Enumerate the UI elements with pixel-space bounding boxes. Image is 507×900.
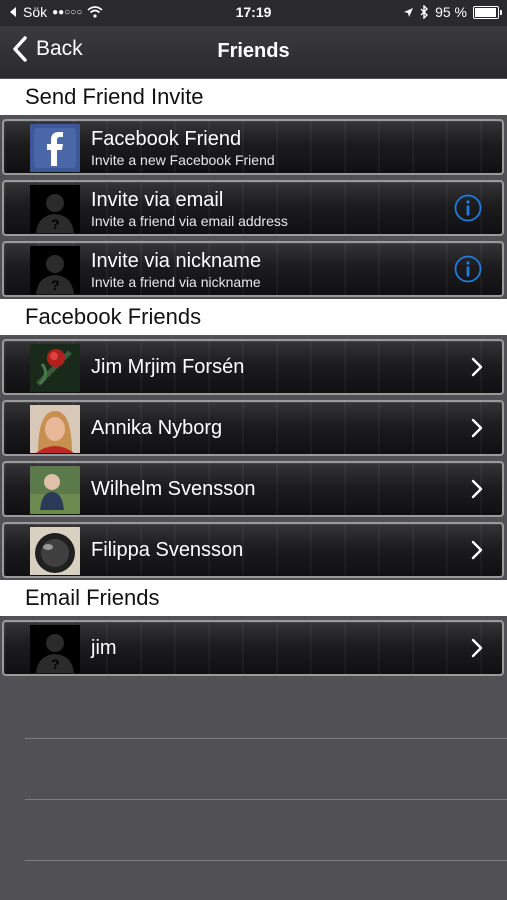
- facebook-icon: [30, 124, 80, 172]
- status-bar: Sök ●●○○○ 17:19 95 %: [0, 0, 507, 26]
- battery-percent: 95 %: [435, 4, 467, 20]
- empty-row-separator: [25, 738, 507, 739]
- chevron-right-icon: [471, 540, 483, 560]
- row-title: Invite via email: [91, 189, 224, 211]
- avatar: [30, 405, 80, 453]
- info-icon[interactable]: [454, 194, 482, 222]
- friend-name: Wilhelm Svensson: [91, 478, 256, 500]
- avatar: [30, 527, 80, 575]
- svg-text:?: ?: [51, 656, 60, 672]
- friend-row-annika-nyborg[interactable]: Annika Nyborg: [2, 400, 504, 456]
- chevron-right-icon: [471, 638, 483, 658]
- row-title: Invite via nickname: [91, 250, 262, 272]
- friend-row-jim[interactable]: ? jim: [2, 620, 504, 676]
- friend-name: Annika Nyborg: [91, 417, 223, 439]
- chevron-right-icon: [471, 357, 483, 377]
- status-right: 95 %: [403, 4, 502, 20]
- battery-fill: [475, 7, 496, 17]
- empty-row-separator: [25, 860, 507, 861]
- row-subtitle: Invite a new Facebook Friend: [91, 152, 275, 168]
- friend-name: jim: [91, 637, 117, 659]
- section-header-facebook-friends: Facebook Friends: [0, 299, 507, 335]
- invite-via-email-row[interactable]: ? Invite via email Invite a friend via e…: [2, 180, 504, 236]
- row-title: Facebook Friend: [91, 128, 242, 150]
- location-arrow-icon: [404, 7, 414, 17]
- svg-text:?: ?: [51, 277, 60, 293]
- friend-name: Filippa Svensson: [91, 539, 244, 561]
- battery-icon: [473, 5, 502, 19]
- unknown-person-icon: ?: [30, 246, 80, 294]
- svg-text:?: ?: [51, 216, 60, 232]
- unknown-person-icon: ?: [30, 185, 80, 233]
- section-header-send-invite: Send Friend Invite: [0, 79, 507, 115]
- avatar: [30, 466, 80, 514]
- avatar: [30, 344, 80, 392]
- chevron-right-icon: [471, 418, 483, 438]
- row-subtitle: Invite a friend via email address: [91, 213, 288, 229]
- empty-row-separator: [25, 799, 507, 800]
- unknown-person-icon: ?: [30, 625, 80, 673]
- info-icon[interactable]: [454, 255, 482, 283]
- friend-row-jim-mrjim-forsen[interactable]: Jim Mrjim Forsén: [2, 339, 504, 395]
- invite-via-nickname-row[interactable]: ? Invite via nickname Invite a friend vi…: [2, 241, 504, 297]
- bluetooth-icon: [420, 5, 429, 19]
- page-title: Friends: [217, 40, 290, 62]
- chevron-right-icon: [471, 479, 483, 499]
- section-header-email-friends: Email Friends: [0, 580, 507, 616]
- friend-row-filippa-svensson[interactable]: Filippa Svensson: [2, 522, 504, 578]
- navigation-bar: Back Friends: [0, 26, 507, 78]
- invite-facebook-friend-row[interactable]: Facebook Friend Invite a new Facebook Fr…: [2, 119, 504, 175]
- friend-name: Jim Mrjim Forsén: [91, 356, 245, 378]
- friend-row-wilhelm-svensson[interactable]: Wilhelm Svensson: [2, 461, 504, 517]
- row-subtitle: Invite a friend via nickname: [91, 274, 261, 290]
